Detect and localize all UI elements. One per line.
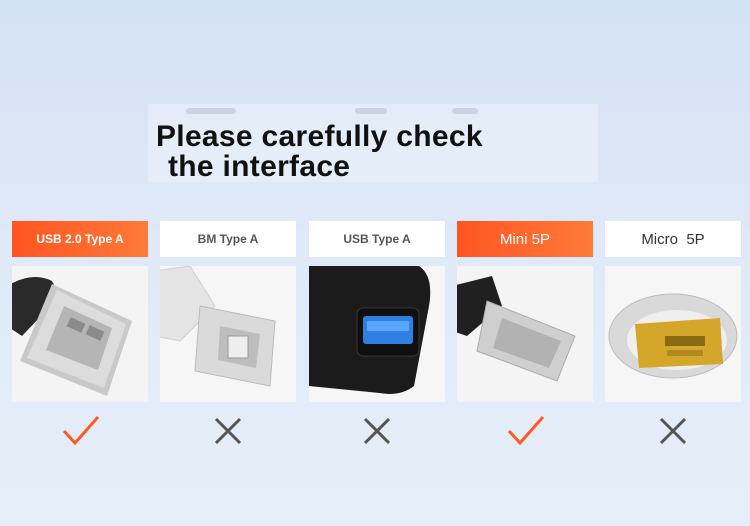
connector-label: Mini 5P (457, 221, 593, 257)
usb-a-plug-image (12, 266, 148, 402)
connector-label: USB 2.0 Type A (12, 221, 148, 257)
blur-artifact (355, 108, 387, 114)
cross-icon (208, 411, 248, 451)
check-icon (505, 411, 545, 451)
headline-line-1: Please carefully check (156, 120, 483, 153)
usb-a-port-image (309, 266, 445, 402)
check-icon (60, 411, 100, 451)
connector-label: BM Type A (160, 221, 296, 257)
cross-icon (357, 411, 397, 451)
blur-artifact (452, 108, 478, 114)
usb-b-plug-image (160, 266, 296, 402)
cross-icon (653, 411, 693, 451)
micro-usb-magnetic-tip-image (605, 266, 741, 402)
headline: Please carefully check the interface (156, 122, 596, 182)
connector-label: USB Type A (309, 221, 445, 257)
connector-label: Micro 5P (605, 221, 741, 257)
blur-artifact (186, 108, 236, 114)
headline-line-2: the interface (168, 150, 351, 183)
mini-usb-plug-image (457, 266, 593, 402)
